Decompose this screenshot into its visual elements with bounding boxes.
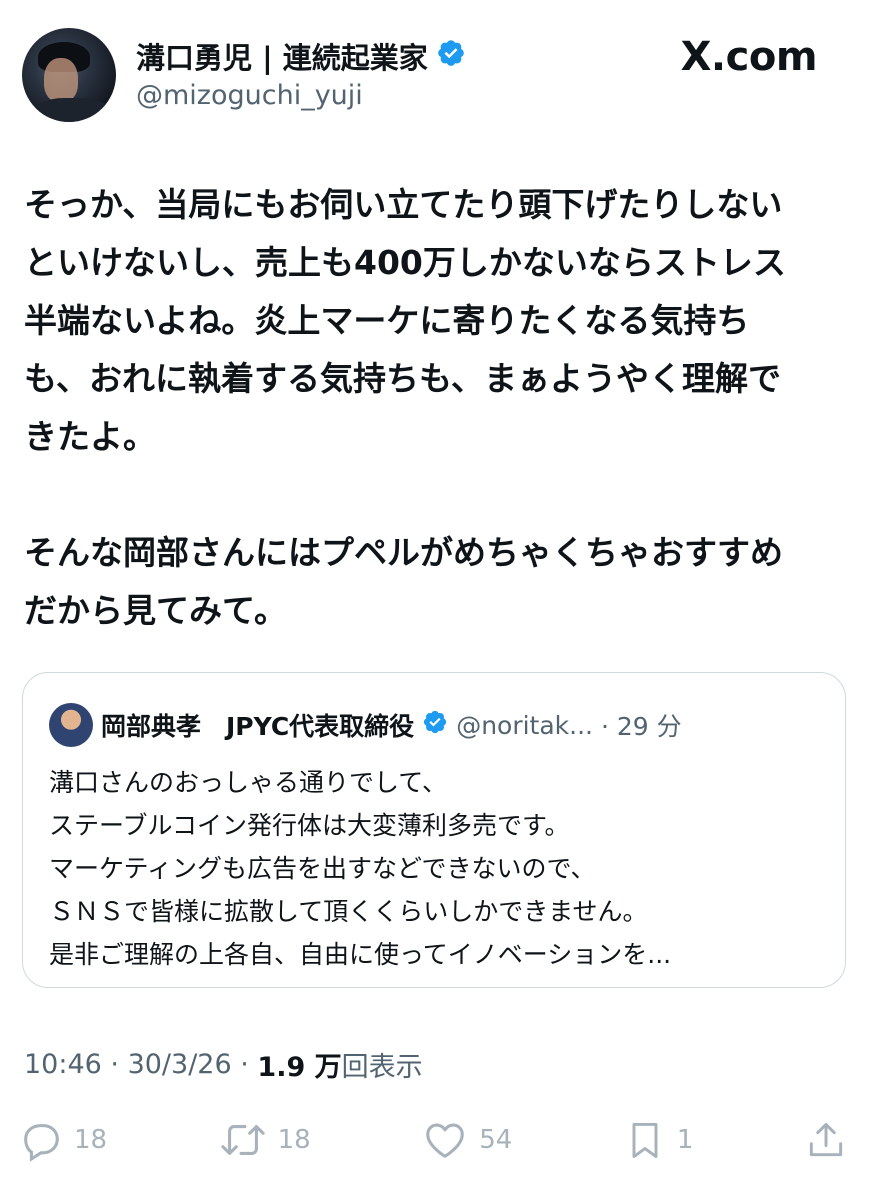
author-display-name[interactable]: 溝口勇児 | 連続起業家 [136,35,428,77]
tweet-body: そっか、当局にもお伺い立てたり頭下げたりしない といけないし、売上も400万しか… [24,176,844,640]
quoted-author-handle: @noritak... [456,710,593,740]
repost-icon [220,1125,265,1155]
tweet-time[interactable]: 10:46 [24,1049,102,1080]
tweet-meta: 10:46 · 30/3/26 · 1.9 万 回表示 [24,1042,423,1086]
quoted-line: マーケティングも広告を出すなどできないので、 [49,854,596,883]
verified-badge-icon [436,38,466,75]
action-bar: 18 18 54 1 [18,1112,848,1168]
avatar-body [32,98,112,122]
verified-badge-icon [422,709,448,741]
quoted-line: 是非ご理解の上各自、自由に使ってイノベーションを... [49,940,672,969]
avatar-face [44,58,78,102]
views-label: 回表示 [341,1051,423,1083]
views-count: 1.9 万 [257,1051,342,1083]
author-handle[interactable]: @mizoguchi_yuji [136,80,363,111]
meta-separator: · [231,1048,258,1080]
quoted-author-name: 岡部典孝 JPYC代表取締役 [101,712,415,741]
tweet-date[interactable]: 30/3/26 [128,1049,232,1080]
meta-separator: · [101,1048,128,1080]
tweet-line: きたよ。 [24,417,156,456]
quoted-author-avatar [49,703,93,747]
quoted-tweet-header: 岡部典孝 JPYC代表取締役 @noritak... · 29 分 [49,703,682,747]
quoted-line: 溝口さんのおっしゃる通りでして、 [49,768,448,797]
tweet-line: 半端ないよね。炎上マーケに寄りたくなる気持ち [24,301,750,340]
reply-icon [24,1124,59,1162]
author-name-row[interactable]: 溝口勇児 | 連続起業家 [136,36,466,76]
quoted-tweet-card[interactable]: 岡部典孝 JPYC代表取締役 @noritak... · 29 分 溝口さんのお… [22,672,846,988]
tweet-line: そっか、当局にもお伺い立てたり頭下げたりしない [24,185,783,224]
author-avatar[interactable] [22,28,116,122]
quoted-tweet-body: 溝口さんのおっしゃる通りでして、 ステーブルコイン発行体は大変薄利多売です。 マ… [49,761,829,976]
quoted-line: ＳＮＳで皆様に拡散して頂くくらいしかできません。 [49,897,648,926]
quoted-line: ステーブルコイン発行体は大変薄利多売です。 [49,811,570,840]
like-button[interactable]: 54 [421,1117,512,1163]
bookmark-count: 1 [676,1125,694,1155]
bookmark-button[interactable]: 1 [623,1117,694,1163]
quoted-tweet-time: · 29 分 [601,712,682,741]
repost-button[interactable]: 18 [218,1117,311,1163]
tweet-line: そんな岡部さんにはプペルがめちゃくちゃおすすめ [24,533,783,572]
bookmark-icon [632,1122,658,1158]
like-icon [426,1123,465,1158]
like-count: 54 [479,1125,513,1155]
share-button[interactable] [804,1117,848,1163]
brand-logo: X.com [680,34,818,80]
tweet-line: といけないし、売上も400万しかないならストレス [24,243,786,282]
tweet-line: も、おれに執着する気持ちも、まぁようやく理解で [24,359,782,398]
share-icon [809,1122,843,1157]
tweet-line: だから見てみて。 [24,591,288,630]
reply-button[interactable]: 18 [18,1117,107,1163]
reply-count: 18 [74,1125,108,1155]
repost-count: 18 [277,1125,311,1155]
